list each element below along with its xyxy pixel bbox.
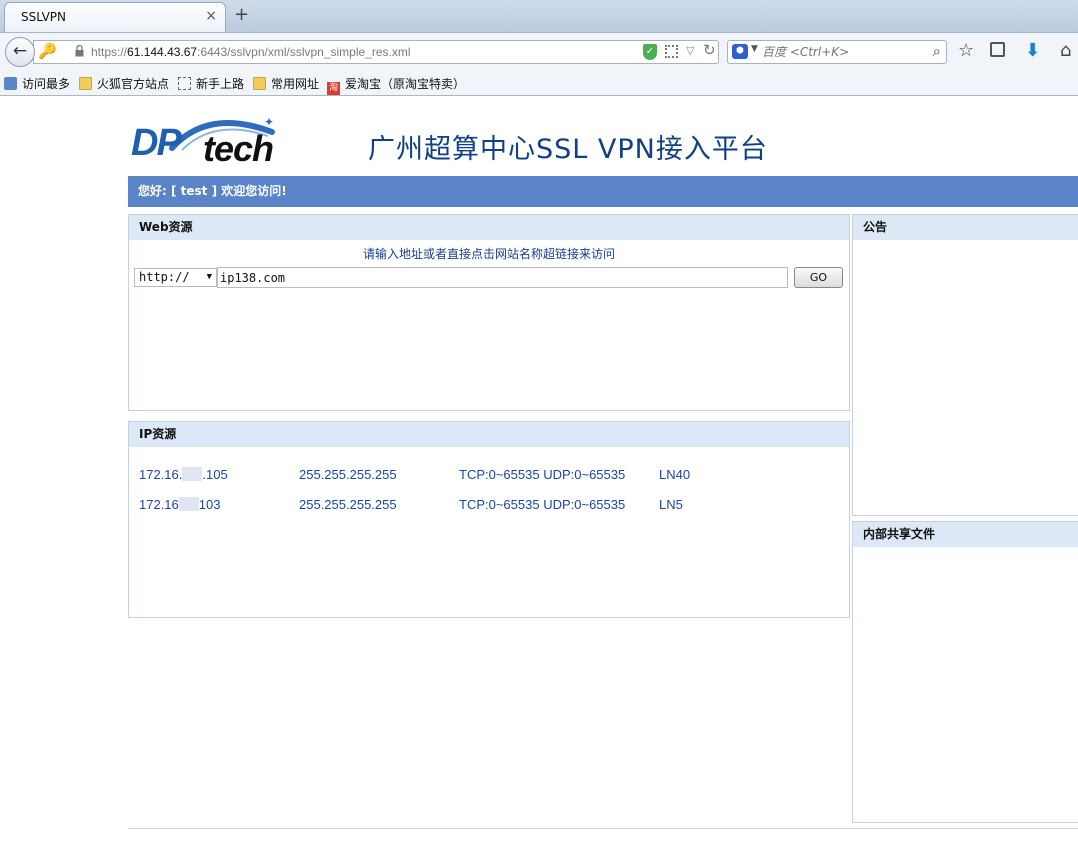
tab-title: SSLVPN bbox=[21, 10, 67, 24]
ip-resource-row: 172.16. .105 255.255.255.255 TCP:0~65535 … bbox=[139, 467, 839, 485]
back-arrow-icon: ← bbox=[12, 41, 28, 61]
key-icon[interactable]: 🔑 bbox=[38, 42, 57, 60]
bookmark-common-sites[interactable]: 常用网址 bbox=[253, 75, 319, 92]
most-visited-icon bbox=[4, 77, 17, 90]
port-range-link[interactable]: TCP:0~65535 UDP:0~65535 bbox=[459, 497, 625, 512]
bookmark-getting-started[interactable]: 新手上路 bbox=[178, 75, 244, 92]
ip-resource-row: 172.16 103 255.255.255.255 TCP:0~65535 UD… bbox=[139, 497, 839, 515]
shield-icon[interactable]: ✓ bbox=[643, 44, 657, 60]
back-button[interactable]: ← bbox=[5, 37, 35, 67]
navigation-bar: 🔑 https://61.144.43.67:6443/sslvpn/xml/s… bbox=[0, 32, 1078, 70]
tab-bar: SSLVPN × + bbox=[0, 0, 1078, 32]
bookmark-label: 常用网址 bbox=[271, 77, 320, 91]
bookmark-star-icon[interactable]: ☆ bbox=[958, 40, 974, 61]
search-input[interactable] bbox=[762, 45, 922, 59]
resource-name-link[interactable]: LN5 bbox=[659, 497, 683, 512]
bookmarks-toolbar: 访问最多 火狐官方站点 新手上路 常用网址 淘爱淘宝（原淘宝特卖） bbox=[0, 70, 1078, 96]
subnet-mask-link[interactable]: 255.255.255.255 bbox=[299, 497, 397, 512]
footer-divider bbox=[128, 828, 1078, 829]
ip-suffix: .105 bbox=[202, 467, 228, 482]
qr-code-icon[interactable] bbox=[665, 45, 678, 58]
baidu-paw-icon[interactable]: ⬢ bbox=[732, 44, 748, 59]
bookmark-firefox-site[interactable]: 火狐官方站点 bbox=[79, 75, 169, 92]
url-path: :6443/sslvpn/xml/sslvpn_simple_res.xml bbox=[197, 45, 411, 59]
protocol-select[interactable]: http:// ▼ bbox=[134, 268, 217, 287]
notice-panel: 公告 bbox=[852, 214, 1078, 516]
close-tab-icon[interactable]: × bbox=[205, 8, 217, 24]
resource-name-link[interactable]: LN40 bbox=[659, 467, 690, 482]
lock-icon bbox=[75, 45, 84, 57]
protocol-value: http:// bbox=[139, 270, 190, 284]
search-icon[interactable]: ⌕ bbox=[933, 42, 941, 60]
bookmark-most-visited[interactable]: 访问最多 bbox=[4, 75, 70, 92]
chevron-down-icon: ▼ bbox=[206, 272, 212, 282]
web-hint-text: 请输入地址或者直接点击网站名称超链接来访问 bbox=[362, 247, 615, 261]
port-range-link[interactable]: TCP:0~65535 UDP:0~65535 bbox=[459, 467, 625, 482]
bookmark-label: 访问最多 bbox=[22, 77, 71, 91]
panel-title: Web资源 bbox=[129, 215, 849, 240]
svg-text:✦: ✦ bbox=[264, 115, 274, 129]
welcome-bar: 您好: [ test ] 欢迎您访问! bbox=[128, 176, 1078, 207]
new-tab-button[interactable]: + bbox=[234, 4, 249, 25]
bookmark-label: 爱淘宝（原淘宝特卖） bbox=[345, 77, 466, 91]
bookmarks-list-icon[interactable] bbox=[990, 42, 1005, 57]
subnet-mask-link[interactable]: 255.255.255.255 bbox=[299, 467, 397, 482]
ip-suffix: 103 bbox=[198, 497, 221, 512]
url-host: 61.144.43.67 bbox=[127, 45, 198, 59]
dptech-logo: ✦ DP tech bbox=[128, 112, 280, 172]
ip-prefix: 172.16. bbox=[139, 467, 183, 482]
ip-address-link[interactable]: 172.16 103 bbox=[139, 497, 220, 512]
history-dropdown-icon[interactable]: ▽ bbox=[686, 44, 694, 57]
bookmark-aitaobao[interactable]: 淘爱淘宝（原淘宝特卖） bbox=[327, 75, 465, 95]
folder-icon bbox=[79, 77, 92, 90]
taobao-icon: 淘 bbox=[327, 82, 340, 95]
redacted-octet bbox=[178, 497, 199, 511]
redacted-octet bbox=[182, 467, 203, 481]
bookmark-label: 新手上路 bbox=[196, 77, 245, 91]
panel-title: 内部共享文件 bbox=[853, 522, 1078, 547]
page-title: 广州超算中心SSL VPN接入平台 bbox=[368, 134, 768, 165]
panel-title: IP资源 bbox=[129, 422, 849, 447]
search-bar[interactable]: ⬢ ▼ ⌕ bbox=[727, 40, 947, 64]
logo-tech-text: tech bbox=[203, 128, 274, 169]
url-prefix: https:// bbox=[91, 45, 128, 59]
panel-title: 公告 bbox=[853, 215, 1078, 240]
reload-icon[interactable]: ↻ bbox=[703, 41, 716, 59]
download-icon[interactable]: ⬇ bbox=[1025, 40, 1040, 61]
page-icon bbox=[178, 77, 191, 90]
ip-prefix: 172.16 bbox=[139, 497, 179, 512]
ip-resources-panel: IP资源 172.16. .105 255.255.255.255 TCP:0~6… bbox=[128, 421, 850, 618]
home-icon[interactable]: ⌂ bbox=[1060, 40, 1071, 61]
shared-files-panel: 内部共享文件 bbox=[852, 521, 1078, 823]
url-input[interactable] bbox=[217, 267, 788, 288]
chevron-down-icon[interactable]: ▼ bbox=[751, 44, 758, 54]
go-button[interactable]: GO bbox=[794, 267, 843, 288]
logo-dp-text: DP bbox=[131, 122, 182, 164]
folder-icon bbox=[253, 77, 266, 90]
address-bar[interactable]: 🔑 https://61.144.43.67:6443/sslvpn/xml/s… bbox=[33, 40, 719, 64]
web-resources-panel: Web资源 请输入地址或者直接点击网站名称超链接来访问 http:// ▼ GO bbox=[128, 214, 850, 411]
ip-address-link[interactable]: 172.16. .105 bbox=[139, 467, 228, 482]
tab-sslvpn[interactable]: SSLVPN × bbox=[4, 2, 226, 32]
url-text[interactable]: https://61.144.43.67:6443/sslvpn/xml/ssl… bbox=[91, 45, 411, 59]
bookmark-label: 火狐官方站点 bbox=[97, 77, 170, 91]
